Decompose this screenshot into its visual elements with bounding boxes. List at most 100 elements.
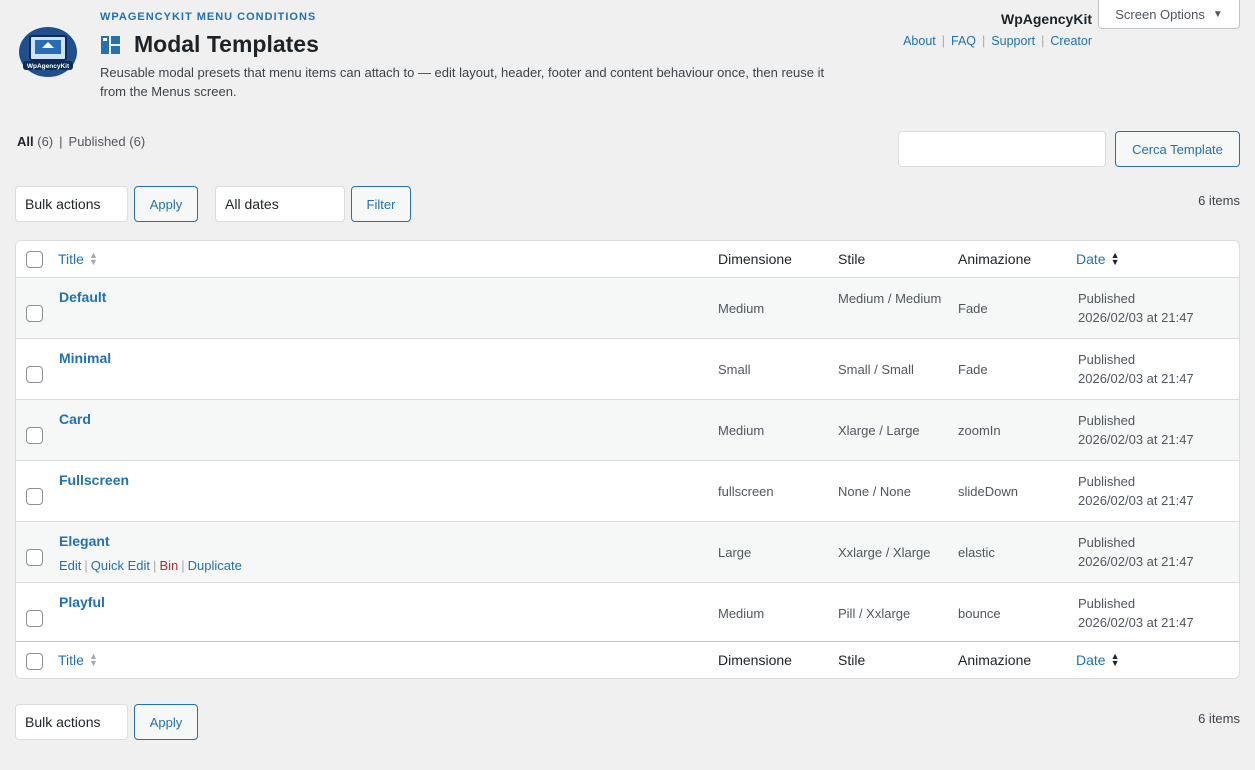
brand-name: WpAgencyKit — [1001, 11, 1092, 27]
table-row: Minimal Small Small / Small Fade Publish… — [16, 339, 1239, 400]
cell-dimensione: Small — [718, 362, 751, 377]
cell-status: Published — [1078, 413, 1136, 428]
bin-link[interactable]: Bin — [159, 558, 178, 573]
search-button[interactable]: Cerca Template — [1115, 131, 1240, 167]
sort-title-link-footer[interactable]: Title ▲ ▼ — [58, 651, 98, 669]
support-link[interactable]: Support — [991, 34, 1035, 48]
cell-dimensione: Medium — [718, 301, 765, 316]
edit-link[interactable]: Edit — [59, 558, 81, 573]
cell-animazione: elastic — [958, 545, 995, 560]
apply-button-top[interactable]: Apply — [134, 186, 198, 222]
view-all-label: All — [17, 134, 34, 149]
table-row: Card Medium Xlarge / Large zoomIn Publis… — [16, 400, 1239, 461]
cell-stile: Small / Small — [838, 362, 914, 377]
view-published-count: (6) — [129, 134, 146, 149]
layout-icon — [101, 35, 120, 54]
select-all-checkbox[interactable] — [26, 251, 43, 268]
status-views: All (6) | Published (6) — [17, 134, 145, 149]
cell-dimensione: Medium — [718, 606, 765, 621]
cell-stile: None / None — [838, 484, 911, 499]
cell-status: Published — [1078, 474, 1136, 489]
brand-links: About | FAQ | Support | Creator — [903, 34, 1092, 48]
cell-datetime: 2026/02/03 at 21:47 — [1078, 310, 1194, 325]
column-date-label: Date — [1076, 251, 1106, 267]
cell-date: Published 2026/02/03 at 21:47 — [1078, 533, 1238, 571]
view-published-label: Published — [68, 134, 126, 149]
cell-datetime: 2026/02/03 at 21:47 — [1078, 432, 1194, 447]
row-title-link[interactable]: Default — [59, 289, 106, 305]
items-count-bottom: 6 items — [1198, 711, 1240, 726]
cell-animazione: zoomIn — [958, 423, 1001, 438]
cell-status: Published — [1078, 352, 1136, 367]
action-separator: | — [181, 558, 185, 573]
sort-date-link-footer[interactable]: Date ▲ ▼ — [1076, 652, 1120, 669]
link-separator: | — [1041, 34, 1045, 48]
row-title-link[interactable]: Card — [59, 411, 91, 427]
cell-stile: Xxlarge / Xlarge — [838, 545, 931, 560]
sort-icon: ▲ ▼ — [88, 651, 98, 668]
sort-desc-icon: ▲ ▼ — [1110, 250, 1120, 267]
logo-wordmark: WpAgencyKit — [27, 63, 70, 70]
view-published-link[interactable]: Published (6) — [69, 134, 146, 149]
view-all-link[interactable]: All (6) — [17, 134, 53, 149]
cell-status: Published — [1078, 535, 1136, 550]
bulk-actions-select-top[interactable]: Bulk actions — [15, 186, 128, 222]
row-checkbox[interactable] — [26, 549, 43, 566]
wpagencykit-logo: WpAgencyKit — [19, 27, 77, 77]
table-row: Playful Medium Pill / Xxlarge bounce Pub… — [16, 583, 1239, 644]
about-link[interactable]: About — [903, 34, 936, 48]
link-separator: | — [941, 34, 946, 48]
select-all-checkbox-footer[interactable] — [26, 653, 43, 670]
column-animazione: Animazione — [958, 251, 1032, 267]
row-title-link[interactable]: Elegant — [59, 533, 110, 549]
table-header: Title ▲ ▼ Dimensione Stile Animazione Dat… — [16, 241, 1239, 278]
creator-link[interactable]: Creator — [1050, 34, 1092, 48]
cell-date: Published 2026/02/03 at 21:47 — [1078, 350, 1238, 388]
link-separator: | — [982, 34, 986, 48]
cell-stile: Xlarge / Large — [838, 423, 920, 438]
column-date-label: Date — [1076, 652, 1106, 668]
row-checkbox[interactable] — [26, 610, 43, 627]
column-title-label: Title — [58, 652, 84, 668]
screen-options-button[interactable]: Screen Options ▼ — [1098, 0, 1240, 29]
table-row: Fullscreen fullscreen None / None slideD… — [16, 461, 1239, 522]
column-stile: Stile — [838, 251, 866, 267]
screen-options-label: Screen Options — [1115, 6, 1205, 22]
apply-button-bottom[interactable]: Apply — [134, 704, 198, 740]
action-separator: | — [84, 558, 88, 573]
cell-animazione: Fade — [958, 301, 988, 316]
cell-date: Published 2026/02/03 at 21:47 — [1078, 594, 1238, 632]
column-animazione: Animazione — [958, 652, 1032, 668]
row-checkbox[interactable] — [26, 305, 43, 322]
cell-date: Published 2026/02/03 at 21:47 — [1078, 411, 1238, 449]
row-checkbox[interactable] — [26, 366, 43, 383]
quick-edit-link[interactable]: Quick Edit — [91, 558, 150, 573]
row-checkbox[interactable] — [26, 427, 43, 444]
sort-date-link[interactable]: Date ▲ ▼ — [1076, 250, 1120, 268]
row-title-link[interactable]: Playful — [59, 594, 105, 610]
cell-datetime: 2026/02/03 at 21:47 — [1078, 371, 1194, 386]
faq-link[interactable]: FAQ — [951, 34, 976, 48]
cell-datetime: 2026/02/03 at 21:47 — [1078, 554, 1194, 569]
sort-title-link[interactable]: Title ▲ ▼ — [58, 251, 98, 268]
search-input[interactable] — [898, 131, 1106, 167]
title-row: Modal Templates — [100, 31, 319, 58]
plugin-eyebrow: WPAGENCYKIT MENU CONDITIONS — [100, 11, 317, 23]
brand-block: WpAgencyKit About | FAQ | Support | Creator — [903, 11, 1092, 48]
view-separator: | — [59, 134, 63, 149]
cell-date: Published 2026/02/03 at 21:47 — [1078, 289, 1238, 327]
cell-status: Published — [1078, 291, 1136, 306]
column-stile: Stile — [838, 652, 866, 668]
cell-animazione: slideDown — [958, 484, 1018, 499]
row-title-link[interactable]: Fullscreen — [59, 472, 129, 488]
dates-select[interactable]: All dates — [215, 186, 345, 222]
column-dimensione: Dimensione — [718, 652, 792, 668]
filter-button[interactable]: Filter — [351, 186, 411, 222]
caret-down-icon: ▼ — [1212, 8, 1223, 20]
action-separator: | — [153, 558, 157, 573]
row-checkbox[interactable] — [26, 488, 43, 505]
templates-table: Title ▲ ▼ Dimensione Stile Animazione Dat… — [15, 240, 1240, 679]
bulk-actions-select-bottom[interactable]: Bulk actions — [15, 704, 128, 740]
row-title-link[interactable]: Minimal — [59, 350, 111, 366]
duplicate-link[interactable]: Duplicate — [188, 558, 242, 573]
